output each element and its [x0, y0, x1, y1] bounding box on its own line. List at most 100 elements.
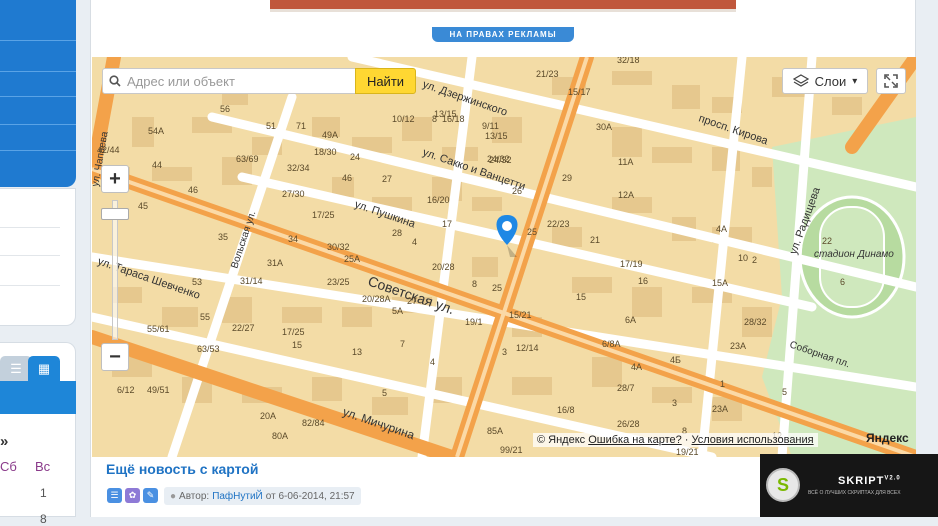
svg-text:31/14: 31/14: [240, 276, 263, 286]
svg-text:24: 24: [350, 152, 360, 162]
svg-text:21: 21: [590, 235, 600, 245]
svg-text:30/32: 30/32: [327, 242, 350, 252]
svg-text:16/20: 16/20: [427, 195, 450, 205]
list-divider: [0, 255, 60, 256]
svg-text:51: 51: [266, 121, 276, 131]
svg-text:32/34: 32/34: [287, 163, 310, 173]
calendar-next-arrow[interactable]: »: [0, 433, 8, 450]
svg-text:6: 6: [840, 277, 845, 287]
ad-banner[interactable]: [270, 0, 736, 12]
svg-text:28: 28: [392, 228, 402, 238]
svg-text:27: 27: [382, 174, 392, 184]
layers-button[interactable]: Слои ▾: [782, 68, 868, 94]
svg-text:53: 53: [192, 277, 202, 287]
svg-text:54А: 54А: [148, 126, 164, 136]
list-divider: [0, 285, 60, 286]
svg-text:22/27: 22/27: [232, 323, 255, 333]
svg-text:4А: 4А: [716, 224, 727, 234]
svg-text:4А: 4А: [631, 362, 642, 372]
calendar-saturday: Сб: [0, 459, 17, 474]
zoom-in-button[interactable]: +: [101, 165, 129, 193]
svg-text:21/23: 21/23: [536, 69, 559, 79]
skript-widget[interactable]: S SKRIPTV2.0 ВСЁ О ЛУЧШИХ СКРИПТАХ ДЛЯ В…: [760, 454, 938, 517]
svg-text:1: 1: [720, 379, 725, 389]
map-search-field[interactable]: [102, 68, 356, 94]
map-error-link[interactable]: Ошибка на карте?: [588, 434, 682, 446]
map-search-input[interactable]: [125, 72, 345, 90]
svg-text:13/15: 13/15: [485, 131, 508, 141]
map-canvas[interactable]: ул. Дзержинского ул. Сакко и Ванцетти ул…: [92, 57, 916, 457]
post-date: от 6-06-2014, 21:57: [265, 490, 355, 502]
yandex-logo[interactable]: Яндекс: [866, 431, 909, 445]
svg-text:55/61: 55/61: [147, 324, 170, 334]
svg-text:4Б: 4Б: [670, 355, 681, 365]
settings-icon[interactable]: ✿: [125, 488, 140, 503]
svg-text:16: 16: [638, 276, 648, 286]
svg-text:28/32: 28/32: [744, 317, 767, 327]
svg-text:17/25: 17/25: [282, 327, 305, 337]
svg-text:5: 5: [782, 387, 787, 397]
svg-text:16/8: 16/8: [557, 405, 575, 415]
left-sidebar: ☰ ▦ » Сб Вс 1 8: [0, 0, 76, 526]
svg-text:13/15: 13/15: [434, 109, 457, 119]
svg-text:85А: 85А: [487, 426, 503, 436]
sidebar-menu: [0, 0, 76, 187]
svg-text:11А: 11А: [618, 157, 633, 167]
svg-text:26: 26: [512, 186, 522, 196]
calendar-view-tab[interactable]: ▦: [28, 356, 60, 382]
search-icon: [109, 75, 121, 87]
svg-text:9/11: 9/11: [482, 121, 499, 131]
svg-text:20А: 20А: [260, 411, 276, 421]
svg-text:23/25: 23/25: [327, 277, 350, 287]
svg-text:19/1: 19/1: [465, 317, 483, 327]
svg-text:42/44: 42/44: [97, 145, 120, 155]
zoom-out-button[interactable]: −: [101, 343, 129, 371]
svg-text:19/21: 19/21: [676, 447, 699, 457]
svg-text:80А: 80А: [272, 431, 288, 441]
svg-text:32/18: 32/18: [617, 57, 640, 65]
svg-text:17/19: 17/19: [620, 259, 643, 269]
calendar-sunday: Вс: [35, 459, 51, 474]
list-icon[interactable]: ☰: [107, 488, 122, 503]
svg-text:46: 46: [342, 173, 352, 183]
svg-text:34: 34: [288, 234, 298, 244]
svg-text:20/28А: 20/28А: [362, 294, 391, 304]
svg-text:82/84: 82/84: [302, 418, 325, 428]
svg-text:22: 22: [822, 236, 832, 246]
svg-text:28/7: 28/7: [617, 383, 635, 393]
zoom-slider-handle[interactable]: [101, 208, 129, 220]
svg-text:15: 15: [576, 292, 586, 302]
svg-text:71: 71: [296, 121, 306, 131]
post-actions: ☰ ✿ ✎: [107, 488, 158, 503]
svg-text:22/23: 22/23: [547, 219, 570, 229]
svg-text:26/28: 26/28: [617, 419, 640, 429]
svg-text:15: 15: [292, 340, 302, 350]
map-copyright: © Яндекс Ошибка на карте? · Условия испо…: [533, 433, 818, 447]
info-icon: ●: [170, 490, 177, 502]
svg-text:10/12: 10/12: [392, 114, 415, 124]
skript-logo-icon: S: [766, 468, 800, 502]
svg-text:27: 27: [407, 296, 417, 306]
svg-text:25: 25: [527, 227, 537, 237]
author-link[interactable]: ПафНутиЙ: [212, 491, 263, 502]
menu-divider: [0, 96, 76, 97]
yandex-map[interactable]: ул. Дзержинского ул. Сакко и Ванцетти ул…: [92, 57, 916, 457]
svg-text:30А: 30А: [596, 122, 612, 132]
map-search-button[interactable]: Найти: [355, 68, 416, 94]
zoom-slider-track[interactable]: [112, 200, 118, 340]
terms-link[interactable]: Условия использования: [692, 434, 814, 446]
attachment-icon[interactable]: ✎: [143, 488, 158, 503]
svg-text:8: 8: [472, 279, 477, 289]
calendar-day[interactable]: 8: [40, 512, 47, 526]
svg-text:15/21: 15/21: [509, 310, 532, 320]
calendar-day[interactable]: 1: [40, 486, 47, 500]
menu-divider: [0, 71, 76, 72]
post-title[interactable]: Ещё новость с картой: [106, 461, 258, 477]
fullscreen-button[interactable]: [876, 68, 906, 94]
svg-text:6А: 6А: [625, 315, 636, 325]
svg-text:4: 4: [430, 357, 435, 367]
svg-text:63/53: 63/53: [197, 344, 220, 354]
svg-text:6/8А: 6/8А: [602, 339, 621, 349]
svg-text:10: 10: [738, 253, 748, 263]
svg-text:24/32: 24/32: [489, 155, 512, 165]
